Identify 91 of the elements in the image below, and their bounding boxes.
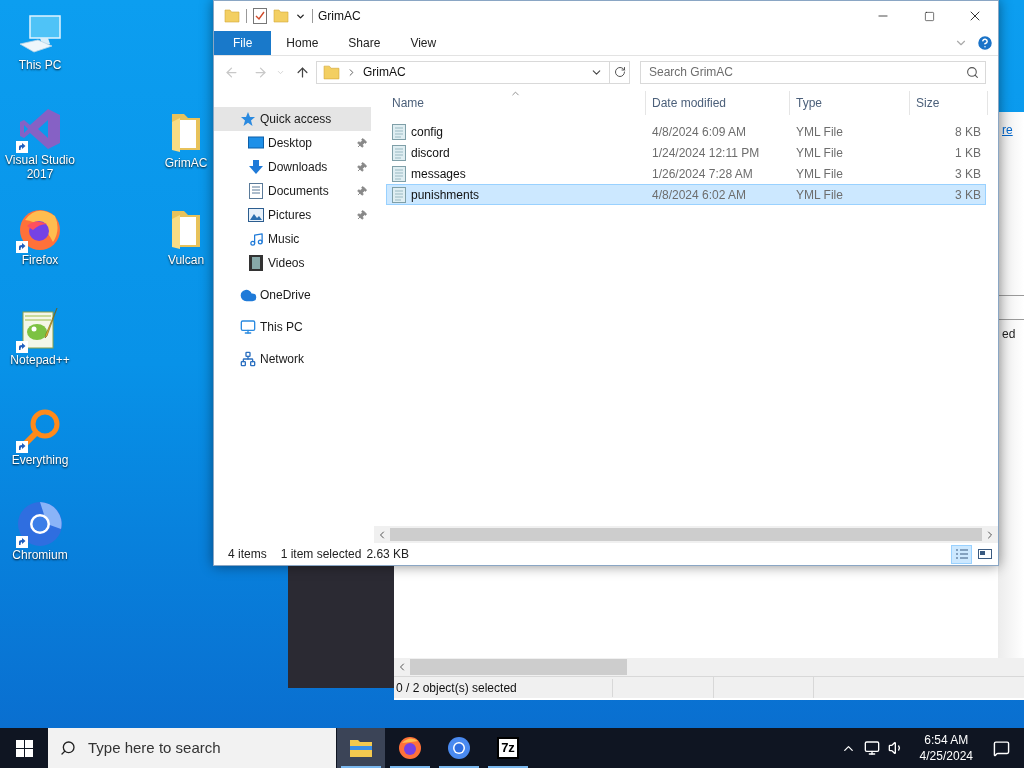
column-header[interactable]: Date modified [646, 91, 790, 115]
link[interactable]: re [1002, 121, 1024, 139]
document-icon [392, 186, 406, 203]
nav-item[interactable]: Downloads [214, 155, 371, 179]
chromium-logo-icon [17, 501, 63, 547]
nav-item[interactable]: Network [214, 347, 371, 371]
column-header[interactable]: Type [790, 91, 910, 115]
address-bar[interactable]: GrimAC [316, 60, 610, 84]
network-icon [240, 351, 256, 367]
taskbar-app-button[interactable] [337, 728, 385, 768]
taskbar-search-field[interactable]: Type here to search [48, 728, 336, 768]
search-icon [60, 740, 76, 756]
item-count: 4 items [228, 546, 267, 563]
desktop-icon-label[interactable]: Chromium [12, 548, 68, 562]
file-name: discord [411, 144, 450, 162]
infinity-logo-icon [18, 107, 62, 151]
search-input[interactable]: Search GrimAC [649, 63, 966, 81]
ribbon-tab[interactable]: View [395, 31, 452, 55]
fox-globe-icon [398, 736, 422, 760]
search-field[interactable]: Search GrimAC [640, 60, 986, 84]
file-size: 1 KB [954, 144, 982, 162]
folder-icon [349, 738, 373, 758]
document-icon [392, 144, 406, 161]
windows-logo-icon [15, 739, 33, 757]
nav-item[interactable]: Quick access [214, 107, 371, 131]
desktop-icon-label[interactable]: Everything [11, 453, 69, 467]
folder-icon [323, 63, 340, 81]
file-row[interactable]: discord 1/24/2024 12:11 PM YML File 1 KB [386, 142, 986, 163]
image-icon [248, 208, 264, 222]
file-row[interactable]: config 4/8/2024 6:09 AM YML File 8 KB [386, 121, 986, 142]
details-list-icon [954, 548, 969, 560]
nav-item[interactable]: Desktop [214, 131, 371, 155]
document-icon [392, 165, 406, 182]
document-icon [249, 183, 263, 199]
monitor-icon [240, 319, 256, 335]
nav-item[interactable]: Music [214, 227, 371, 251]
file-date: 1/24/2024 12:11 PM [651, 144, 761, 162]
column-header[interactable]: Size [910, 91, 988, 115]
clock[interactable]: 6:54 AM 4/25/2024 [913, 732, 979, 764]
file-date: 1/26/2024 7:28 AM [651, 165, 754, 183]
file-size: 3 KB [954, 165, 982, 183]
maximize-icon [923, 10, 935, 22]
file-size: 3 KB [954, 186, 982, 204]
help-icon[interactable] [976, 34, 994, 52]
preview-pane-icon [977, 548, 992, 560]
search-icon[interactable] [966, 65, 979, 79]
nav-item[interactable]: Pictures [214, 203, 371, 227]
file-row[interactable]: punishments 4/8/2024 6:02 AM YML File 3 KB [386, 184, 986, 205]
window-title: GrimAC [318, 8, 361, 25]
download-arrow-icon [248, 159, 264, 175]
file-name: messages [411, 165, 466, 183]
desktop-icon [248, 136, 264, 150]
file-type: YML File [795, 186, 844, 204]
horizontal-scrollbar[interactable] [394, 658, 1024, 676]
ribbon-tab[interactable]: Share [333, 31, 396, 55]
selection-size: 2.63 KB [366, 546, 410, 563]
text-fragment: ed [1002, 326, 1017, 343]
archive-logo: 7z [497, 737, 519, 759]
nav-item[interactable]: Videos [214, 251, 371, 275]
file-date: 4/8/2024 6:09 AM [651, 123, 748, 141]
refresh-button[interactable] [610, 60, 630, 84]
folder-icon [273, 8, 289, 24]
file-date: 4/8/2024 6:02 AM [651, 186, 748, 204]
file-name: punishments [411, 186, 480, 204]
file-row[interactable]: messages 1/26/2024 7:28 AM YML File 3 KB [386, 163, 986, 184]
monitor-icon [18, 14, 62, 54]
file-tab[interactable]: File [214, 31, 272, 55]
ribbon-tab[interactable]: Home [271, 31, 334, 55]
taskbar-app-button[interactable]: 7z [484, 728, 532, 768]
star-icon [240, 111, 256, 127]
file-type: YML File [795, 144, 844, 162]
nav-item[interactable]: OneDrive [214, 283, 371, 307]
column-header[interactable]: Name [386, 91, 646, 115]
file-type: YML File [795, 165, 844, 183]
file-type: YML File [795, 123, 844, 141]
file-name: config [411, 123, 444, 141]
notification-icon[interactable] [993, 739, 1010, 757]
nav-item[interactable]: This PC [214, 315, 371, 339]
chromium-logo-icon [447, 736, 471, 760]
checklist-icon[interactable] [253, 8, 267, 24]
selection-info: 1 item selected [280, 546, 362, 563]
document-icon [392, 123, 406, 140]
address-path: GrimAC [363, 64, 406, 81]
film-icon [249, 255, 263, 271]
network-icon[interactable] [863, 740, 880, 756]
music-note-icon [248, 231, 264, 247]
folder-icon [224, 8, 240, 24]
refresh-icon [613, 66, 626, 78]
status-text: 0 / 2 object(s) selected [394, 678, 613, 697]
file-size: 8 KB [954, 123, 982, 141]
nav-item[interactable]: Documents [214, 179, 371, 203]
